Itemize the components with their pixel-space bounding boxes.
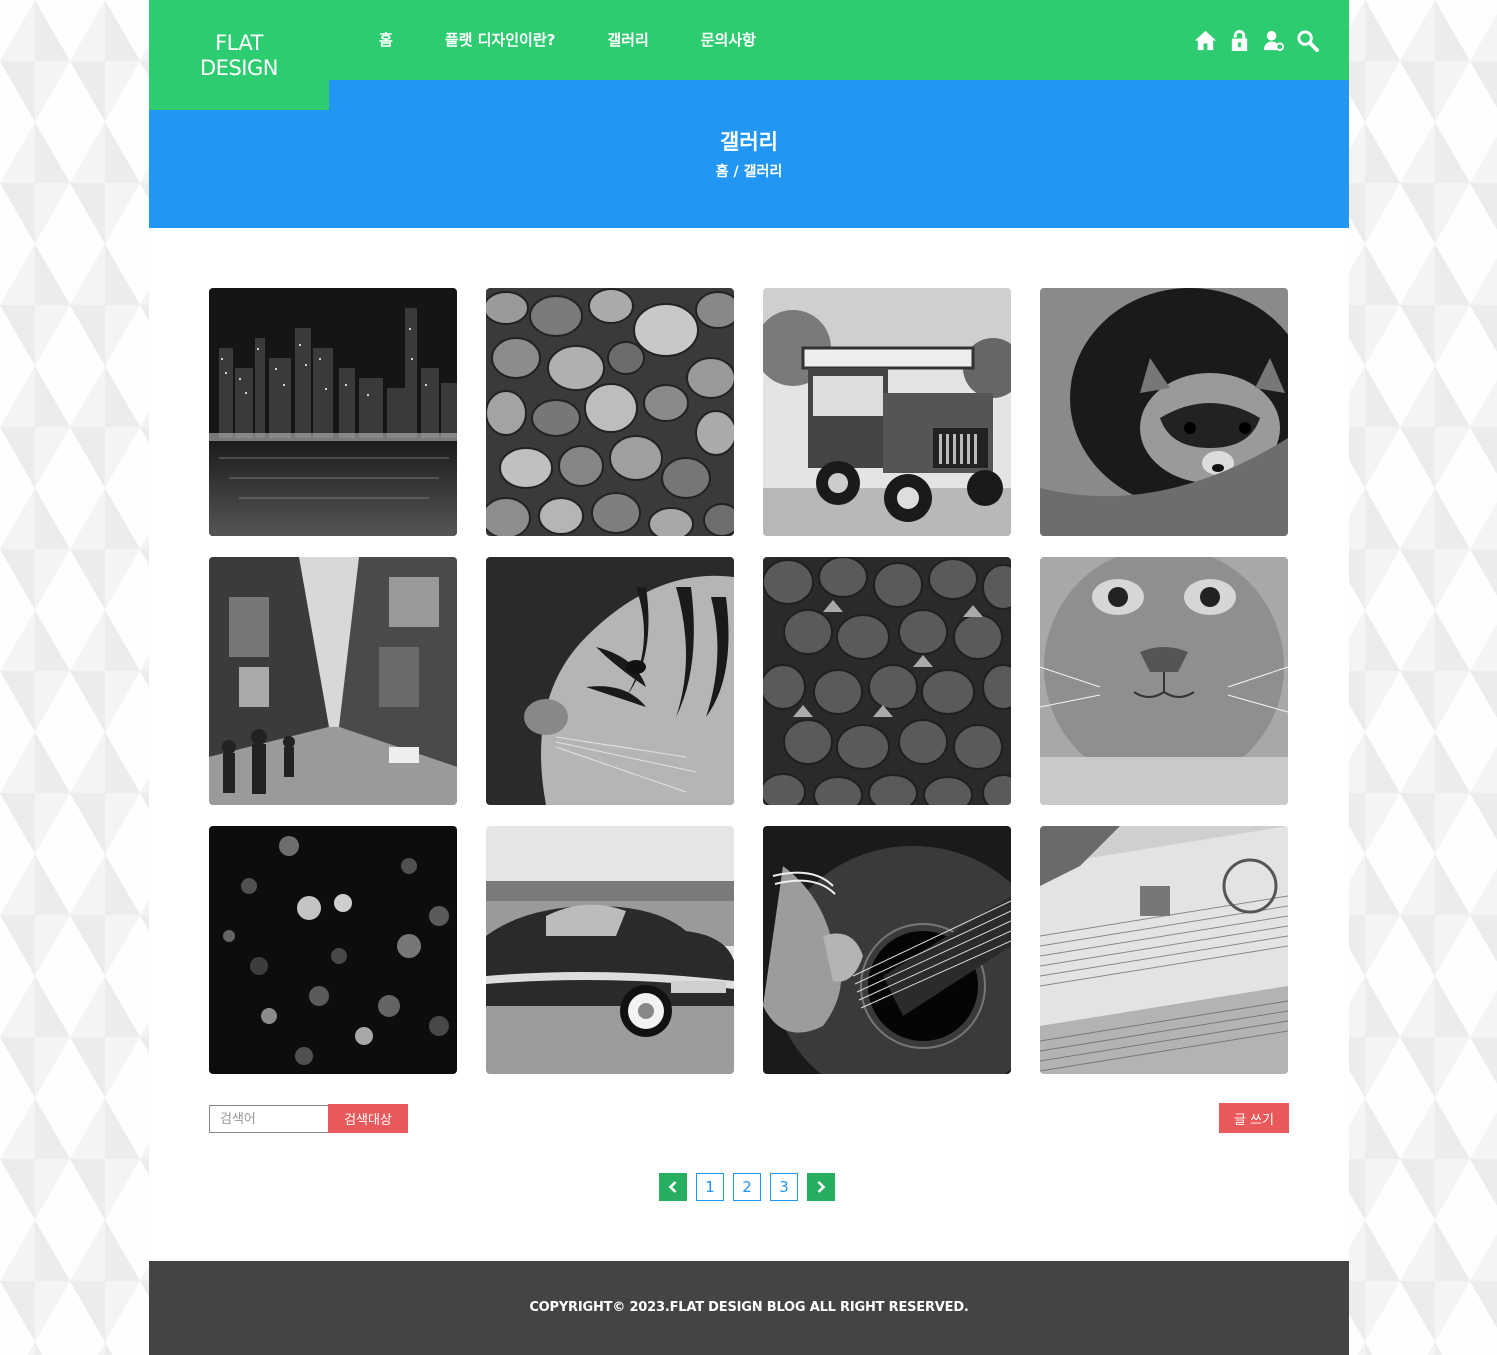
nav-about-flat-design[interactable]: 플랫 디자인이란?	[445, 0, 556, 80]
cat-face-photo[interactable]	[1040, 557, 1288, 805]
nav-home[interactable]: 홈	[379, 0, 393, 80]
city-skyline-night-photo[interactable]	[209, 288, 457, 536]
header-icons	[1194, 29, 1319, 52]
strawberries-photo[interactable]	[763, 557, 1011, 805]
chevron-left-icon	[668, 1181, 677, 1193]
search-icon[interactable]	[1296, 29, 1319, 52]
site-header: 홈 플랫 디자인이란? 갤러리 문의사항	[149, 0, 1349, 80]
vintage-car-photo[interactable]	[486, 826, 734, 1074]
pebbles-photo[interactable]	[486, 288, 734, 536]
logo-line-1: FLAT	[215, 31, 263, 55]
lock-icon[interactable]	[1228, 29, 1251, 52]
times-square-street-photo[interactable]	[209, 557, 457, 805]
page-title: 갤러리	[720, 130, 778, 154]
guitar-strumming-photo[interactable]	[763, 826, 1011, 1074]
breadcrumb-home[interactable]: 홈	[716, 164, 729, 180]
logo-line-2: DESIGN	[200, 56, 278, 80]
page-1-link[interactable]: 1	[696, 1173, 724, 1201]
breadcrumb: 홈 / 갤러리	[149, 161, 1349, 181]
site-footer: COPYRIGHT© 2023.FLAT DESIGN BLOG ALL RIG…	[149, 1261, 1349, 1355]
page-2-link[interactable]: 2	[733, 1173, 761, 1201]
prev-page-button[interactable]	[659, 1173, 687, 1201]
copyright-text: COPYRIGHT© 2023.FLAT DESIGN BLOG ALL RIG…	[529, 1300, 969, 1315]
bokeh-lights-photo[interactable]	[209, 826, 457, 1074]
pagination: 1 2 3	[659, 1173, 835, 1201]
next-page-button[interactable]	[807, 1173, 835, 1201]
nav-inquiry[interactable]: 문의사항	[701, 0, 756, 80]
page-container: 홈 플랫 디자인이란? 갤러리 문의사항 FLAT DESIGN 갤러리 홈 /…	[149, 0, 1349, 1355]
jeep-cafe-truck-photo[interactable]	[763, 288, 1011, 536]
breadcrumb-current: 갤러리	[743, 164, 783, 180]
home-icon[interactable]	[1194, 29, 1217, 52]
nav-gallery[interactable]: 갤러리	[607, 0, 648, 80]
chevron-right-icon	[817, 1181, 826, 1193]
page-banner: 갤러리 홈 / 갤러리	[149, 80, 1349, 228]
banknote-photo[interactable]	[1040, 826, 1288, 1074]
gallery-grid	[209, 288, 1289, 1074]
write-post-button[interactable]: 글 쓰기	[1219, 1103, 1289, 1133]
tiger-face-photo[interactable]	[486, 557, 734, 805]
main-nav: 홈 플랫 디자인이란? 갤러리 문의사항	[359, 0, 808, 80]
breadcrumb-separator: /	[728, 164, 744, 180]
raccoon-photo[interactable]	[1040, 288, 1288, 536]
search-input[interactable]	[209, 1105, 334, 1133]
user-settings-icon[interactable]	[1262, 29, 1285, 52]
site-logo[interactable]: FLAT DESIGN	[149, 0, 329, 110]
search-button[interactable]: 검색대상	[328, 1104, 408, 1133]
page-3-link[interactable]: 3	[770, 1173, 798, 1201]
